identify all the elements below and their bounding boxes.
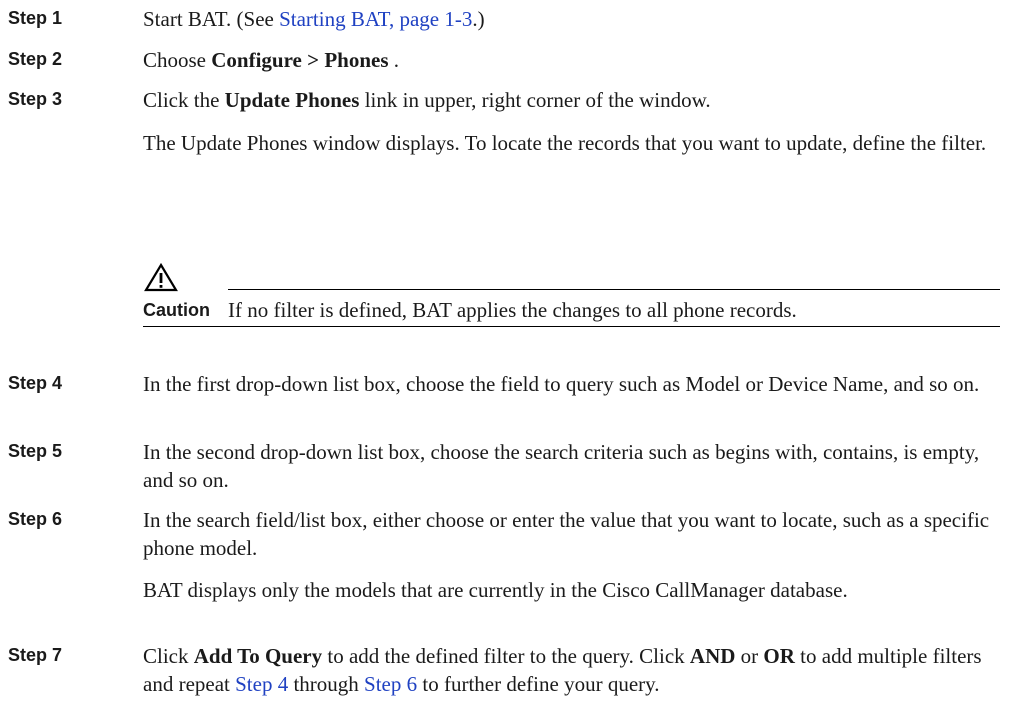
caution-warning-icon [144,262,178,292]
caution-text: If no filter is defined, BAT applies the… [228,298,797,322]
step-7-label: Step 7 [8,645,63,665]
step-7-text-part-3: or [735,644,764,668]
caution-label: Caution [143,300,210,320]
configure-phones-menu-path: Configure > Phones [211,48,389,72]
step-3-text: Click the Update Phones link in upper, r… [143,86,1003,114]
starting-bat-link[interactable]: Starting BAT, page 1-3 [279,7,472,31]
step-1-text-pre: Start BAT. (See [143,7,280,31]
step-7-text-part-6: to further define your query. [417,672,660,696]
caution-bottom-rule [143,326,1000,327]
and-button-name: AND [689,644,736,668]
step-2-text-pre: Choose [143,48,212,72]
step-1-text-post: .) [472,7,485,31]
step-7-text: Click Add To Query to add the defined fi… [143,642,1011,698]
step-2-text-post: . [388,48,400,72]
step-2-text: Choose Configure > Phones . [143,46,1003,74]
step-4-label: Step 4 [8,373,63,393]
step-6-label: Step 6 [8,509,63,529]
caution-top-rule [228,289,1000,290]
step-3-text-pre: Click the [143,88,225,112]
step-2-label: Step 2 [8,49,63,69]
step-7-text-part-2: to add the defined filter to the query. … [322,644,690,668]
step-7-text-part-1: Click [143,644,194,668]
step-6-followup: BAT displays only the models that are cu… [143,578,848,602]
step-3-label: Step 3 [8,89,63,109]
step-4-text: In the first drop-down list box, choose … [143,372,980,396]
step-3-text-post: link in upper, right corner of the windo… [359,88,711,112]
step-7-text-part-5: through [288,672,365,696]
or-button-name: OR [763,644,795,668]
step-5-label: Step 5 [8,441,63,461]
step-3-followup: The Update Phones window displays. To lo… [143,131,987,155]
update-phones-link-name: Update Phones [224,88,360,112]
step-6-link[interactable]: Step 6 [364,672,417,696]
step-6-text: In the search field/list box, either cho… [143,508,990,560]
step-5-text: In the second drop-down list box, choose… [143,440,980,492]
step-4-link[interactable]: Step 4 [235,672,288,696]
add-to-query-button-name: Add To Query [193,644,323,668]
step-1-text: Start BAT. (See Starting BAT, page 1-3.) [143,5,1003,33]
step-1-label: Step 1 [8,8,63,28]
